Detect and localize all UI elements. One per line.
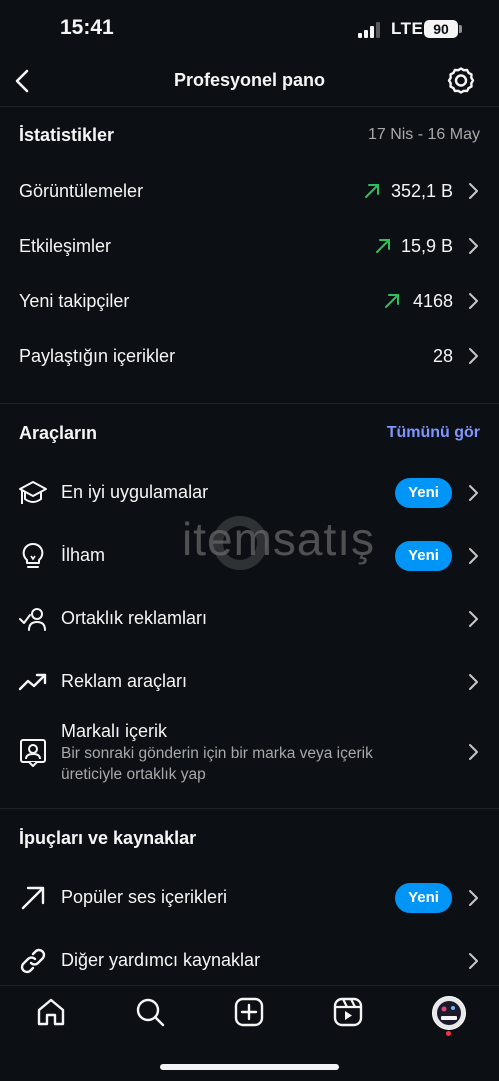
search-icon[interactable] <box>134 996 166 1028</box>
chevron-right-icon <box>469 953 478 969</box>
home-icon[interactable] <box>35 996 67 1028</box>
battery-cap <box>459 25 462 33</box>
lightbulb-icon <box>22 542 44 568</box>
divider <box>0 106 499 107</box>
gear-icon[interactable] <box>446 66 476 96</box>
status-time: 15:41 <box>60 16 114 39</box>
statistics-title: İstatistikler <box>19 125 115 145</box>
page-title: Profesyonel pano <box>173 70 326 90</box>
see-all-link[interactable]: Tümünü gör <box>387 424 480 442</box>
battery-icon: 90 <box>424 20 458 38</box>
resource-label[interactable]: Popüler ses içerikleri <box>61 887 227 908</box>
network-type: LTE <box>391 19 424 38</box>
branded-content-icon <box>20 739 46 767</box>
stat-value: 352,1 B <box>390 181 453 201</box>
trending-up-icon <box>18 673 47 691</box>
chevron-right-icon <box>469 744 478 760</box>
status-bar: 15:41 LTE 90 <box>0 0 499 60</box>
tool-label[interactable]: İlham <box>61 545 105 566</box>
stat-label: Etkileşimler <box>19 236 112 256</box>
notification-dot <box>446 1031 451 1036</box>
chevron-right-icon <box>469 348 478 364</box>
chevron-right-icon <box>469 485 478 501</box>
trend-up-icon <box>376 239 390 253</box>
chevron-right-icon <box>469 293 478 309</box>
avatar-image <box>433 997 465 1029</box>
chevron-right-icon <box>469 548 478 564</box>
tools-title: Araçların <box>19 423 98 443</box>
profile-avatar[interactable] <box>432 996 466 1030</box>
tool-label[interactable]: Ortaklık reklamları <box>61 608 207 629</box>
reels-icon[interactable] <box>332 996 364 1028</box>
new-badge: Yeni <box>395 883 452 913</box>
stat-label: Yeni takipçiler <box>19 291 130 311</box>
chevron-right-icon <box>469 674 478 690</box>
chevron-right-icon <box>469 183 478 199</box>
chevron-right-icon <box>469 890 478 906</box>
chevron-right-icon <box>469 238 478 254</box>
new-badge: Yeni <box>395 541 452 571</box>
stat-label: Görüntülemeler <box>19 181 144 201</box>
tool-label[interactable]: Markalı içerik <box>61 721 167 742</box>
create-icon[interactable] <box>233 996 265 1028</box>
signal-icon <box>358 22 380 38</box>
chevron-right-icon <box>469 611 478 627</box>
new-badge: Yeni <box>395 478 452 508</box>
trend-up-icon <box>385 294 399 308</box>
stat-value: 15,9 B <box>400 236 453 256</box>
graduation-cap-icon <box>19 481 47 504</box>
tool-description: Bir sonraki gönderin için bir marka veya… <box>61 745 373 783</box>
partnership-icon <box>19 608 46 631</box>
tool-label[interactable]: Reklam araçları <box>61 671 187 692</box>
divider <box>0 403 499 404</box>
resource-label[interactable]: Diğer yardımcı kaynaklar <box>61 950 260 971</box>
arrow-up-right-icon <box>21 886 45 910</box>
trend-up-icon <box>365 184 379 198</box>
tool-label[interactable]: En iyi uygulamalar <box>61 482 208 503</box>
date-range[interactable]: 17 Nis - 16 May <box>368 126 480 144</box>
divider <box>0 808 499 809</box>
link-icon <box>20 948 46 974</box>
watermark-text: itemsatış <box>182 513 376 565</box>
stat-value: 4168 <box>412 291 453 311</box>
stat-value: 28 <box>432 346 453 366</box>
stat-label: Paylaştığın içerikler <box>19 346 176 366</box>
home-indicator <box>160 1064 339 1070</box>
resources-title: İpuçları ve kaynaklar <box>19 828 197 848</box>
